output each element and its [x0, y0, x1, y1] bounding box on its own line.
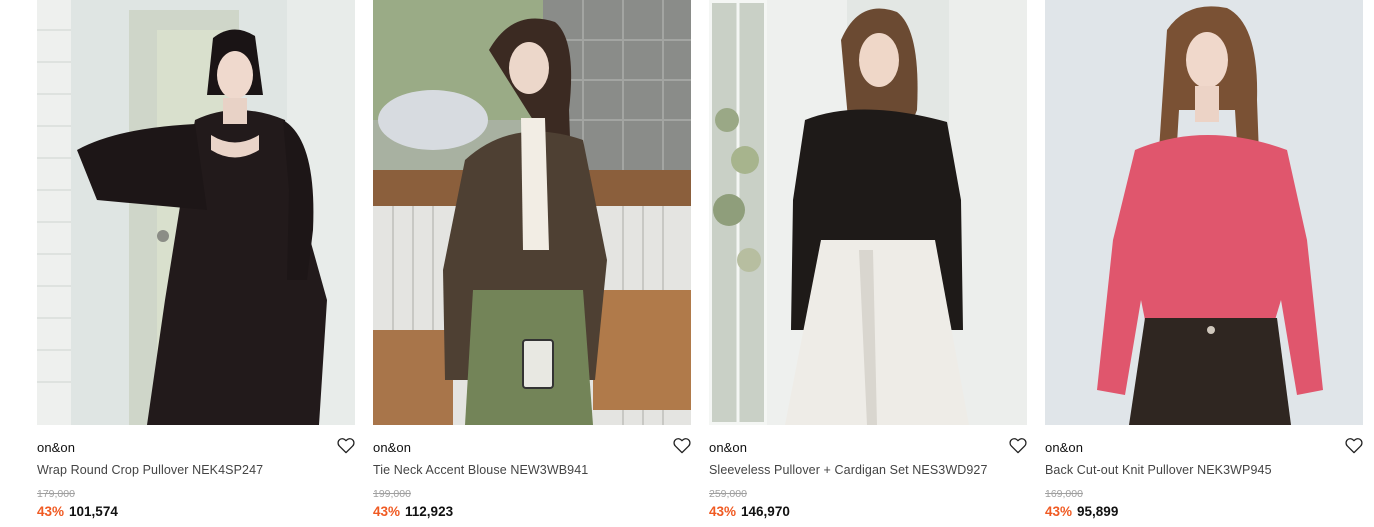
discount-rate: 43% — [373, 504, 401, 519]
sale-price: 112,923 — [405, 504, 454, 519]
price-row: 43% 112,923 — [373, 504, 453, 519]
original-price: 169,000 — [1045, 488, 1083, 500]
heart-outline-icon[interactable] — [1345, 437, 1363, 454]
product-card[interactable]: on&on Wrap Round Crop Pullover NEK4SP247… — [37, 0, 355, 527]
discount-rate: 43% — [37, 504, 65, 519]
discount-rate: 43% — [1045, 504, 1073, 519]
price-row: 43% 95,899 — [1045, 504, 1118, 519]
product-image[interactable] — [709, 0, 1027, 425]
product-image[interactable] — [373, 0, 691, 425]
original-price: 179,000 — [37, 488, 75, 500]
product-card[interactable]: on&on Back Cut-out Knit Pullover NEK3WP9… — [1045, 0, 1363, 527]
brand-name[interactable]: on&on — [709, 440, 747, 455]
sale-price: 146,970 — [741, 504, 790, 519]
product-name[interactable]: Tie Neck Accent Blouse NEW3WB941 — [373, 463, 588, 477]
product-photo — [37, 0, 355, 425]
price-row: 43% 101,574 — [37, 504, 118, 519]
product-photo — [1045, 0, 1363, 425]
heart-outline-icon[interactable] — [673, 437, 691, 454]
price-row: 43% 146,970 — [709, 504, 790, 519]
heart-outline-icon[interactable] — [1009, 437, 1027, 454]
sale-price: 95,899 — [1077, 504, 1119, 519]
sale-price: 101,574 — [69, 504, 118, 519]
brand-name[interactable]: on&on — [1045, 440, 1083, 455]
product-card[interactable]: on&on Sleeveless Pullover + Cardigan Set… — [709, 0, 1027, 527]
product-card[interactable]: on&on Tie Neck Accent Blouse NEW3WB941 1… — [373, 0, 691, 527]
brand-name[interactable]: on&on — [37, 440, 75, 455]
brand-name[interactable]: on&on — [373, 440, 411, 455]
discount-rate: 43% — [709, 504, 737, 519]
product-photo — [709, 0, 1027, 425]
heart-outline-icon[interactable] — [337, 437, 355, 454]
product-image[interactable] — [1045, 0, 1363, 425]
product-name[interactable]: Sleeveless Pullover + Cardigan Set NES3W… — [709, 463, 988, 477]
product-grid: on&on Wrap Round Crop Pullover NEK4SP247… — [37, 0, 1363, 527]
original-price: 259,000 — [709, 488, 747, 500]
product-name[interactable]: Wrap Round Crop Pullover NEK4SP247 — [37, 463, 263, 477]
original-price: 199,000 — [373, 488, 411, 500]
product-image[interactable] — [37, 0, 355, 425]
product-name[interactable]: Back Cut-out Knit Pullover NEK3WP945 — [1045, 463, 1272, 477]
product-photo — [373, 0, 691, 425]
